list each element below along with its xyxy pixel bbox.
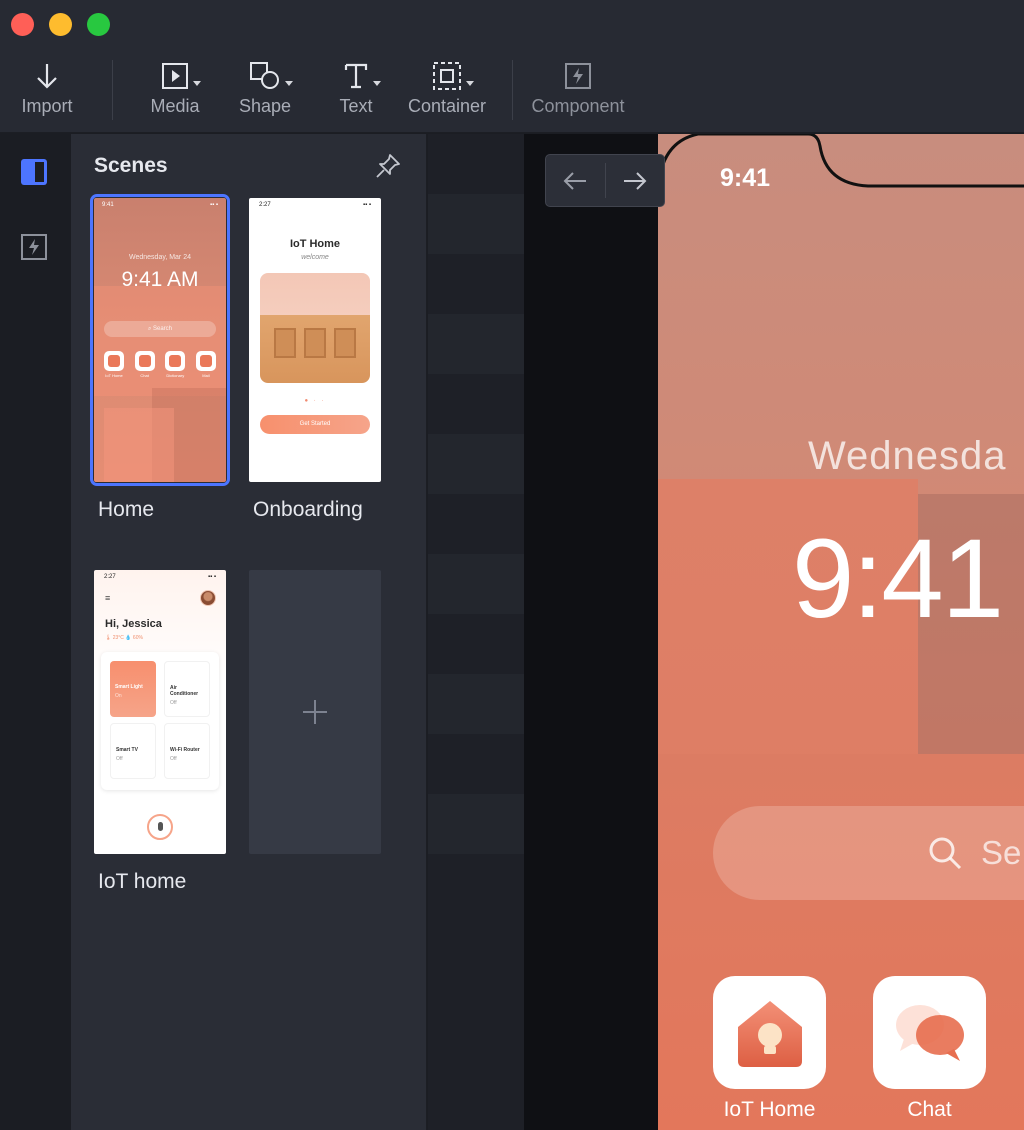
- chat-bubbles-icon: [895, 1004, 964, 1061]
- left-rail: [0, 134, 71, 1130]
- shape-icon: [249, 60, 293, 92]
- scene-name: IoT home: [98, 870, 187, 893]
- text-label: Text: [339, 96, 373, 116]
- scenes-panel-toggle[interactable]: [20, 158, 48, 186]
- pin-icon[interactable]: [374, 152, 402, 180]
- scene-navigation: [545, 154, 665, 207]
- minimize-window-button[interactable]: [49, 13, 72, 36]
- avatar: [200, 590, 216, 606]
- scene-name: Home: [98, 498, 155, 521]
- scene-card-iot-home[interactable]: 2:27 ▪▪ ▪ ≡ Hi, Jessica 🌡 23°C 💧 60% Smar…: [94, 570, 226, 900]
- main-toolbar: Import Media Shape Text Container Compon…: [0, 48, 1024, 133]
- toolbar-divider: [512, 60, 513, 120]
- chevron-down-icon: [466, 81, 474, 86]
- chevron-down-icon: [193, 81, 201, 86]
- search-placeholder: Se: [981, 834, 1022, 871]
- previous-scene-button[interactable]: [546, 155, 605, 206]
- component-bolt-icon: [564, 60, 592, 92]
- chevron-down-icon: [373, 81, 381, 86]
- scene-name: Onboarding: [253, 498, 363, 521]
- shape-button[interactable]: Shape: [238, 60, 293, 124]
- scene-thumbnail: 9:41 ▪▪ ▪ Wednesday, Mar 24 9:41 AM ⌕ Sea…: [94, 198, 226, 482]
- container-label: Container: [407, 96, 487, 116]
- app-label: Chat: [907, 1098, 952, 1121]
- toolbar-divider: [112, 60, 113, 120]
- status-bar-time: 9:41: [720, 164, 771, 192]
- media-label: Media: [150, 96, 200, 116]
- component-label: Component: [531, 96, 625, 116]
- window-titlebar: [0, 0, 1024, 48]
- container-icon: [432, 60, 474, 92]
- menu-icon: ≡: [105, 593, 111, 603]
- add-scene-button[interactable]: [249, 570, 381, 854]
- microphone-icon: [147, 814, 173, 840]
- panel-layout-icon: [21, 159, 47, 185]
- shape-label: Shape: [238, 96, 292, 116]
- canvas-background: [428, 134, 524, 1130]
- search-bar[interactable]: Se: [713, 806, 1024, 900]
- panel-title: Scenes: [94, 154, 168, 177]
- plus-icon: [303, 700, 327, 724]
- container-button[interactable]: Container: [406, 60, 488, 124]
- import-label: Import: [21, 96, 73, 116]
- design-canvas[interactable]: 9:41 Wednesda 9:41 Se IoT Home Chat: [428, 134, 1024, 1130]
- scene-thumbnail: 2:27 ▪▪ ▪ ≡ Hi, Jessica 🌡 23°C 💧 60% Smar…: [94, 570, 226, 854]
- chevron-down-icon: [285, 81, 293, 86]
- smart-home-bulb-icon: [737, 1000, 802, 1067]
- scene-card-onboarding[interactable]: 2:27 ▪▪ ▪ IoT Home welcome ● · · Get Star…: [249, 198, 381, 528]
- media-button[interactable]: Media: [149, 60, 201, 124]
- scene-card-home[interactable]: 9:41 ▪▪ ▪ Wednesday, Mar 24 9:41 AM ⌕ Sea…: [90, 194, 230, 528]
- search-icon: [929, 837, 962, 870]
- zoom-window-button[interactable]: [87, 13, 110, 36]
- media-play-icon: [161, 60, 201, 92]
- scene-thumbnail: 2:27 ▪▪ ▪ IoT Home welcome ● · · Get Star…: [249, 198, 381, 482]
- app-icon-chat[interactable]: Chat: [873, 976, 986, 1122]
- component-button[interactable]: Component: [529, 60, 627, 124]
- import-button[interactable]: Import: [19, 60, 75, 124]
- component-bolt-icon: [21, 234, 47, 260]
- arrow-right-icon: [623, 171, 647, 190]
- lockscreen-clock: 9:41: [792, 516, 1004, 641]
- components-panel-toggle[interactable]: [20, 233, 48, 261]
- text-t-icon: [343, 60, 381, 92]
- app-label: IoT Home: [723, 1098, 816, 1121]
- text-button[interactable]: Text: [337, 60, 381, 124]
- lockscreen-date: Wednesda: [808, 434, 1007, 478]
- app-icon-iot-home[interactable]: IoT Home: [713, 976, 826, 1122]
- scenes-panel: Scenes 9:41 ▪▪ ▪ Wednesday, Mar 24 9:41 A…: [71, 134, 427, 1130]
- phone-preview[interactable]: 9:41 Wednesda 9:41 Se IoT Home Chat: [658, 134, 1024, 1130]
- close-window-button[interactable]: [11, 13, 34, 36]
- download-arrow-icon: [33, 60, 61, 92]
- arrow-left-icon: [563, 171, 587, 190]
- next-scene-button[interactable]: [606, 155, 665, 206]
